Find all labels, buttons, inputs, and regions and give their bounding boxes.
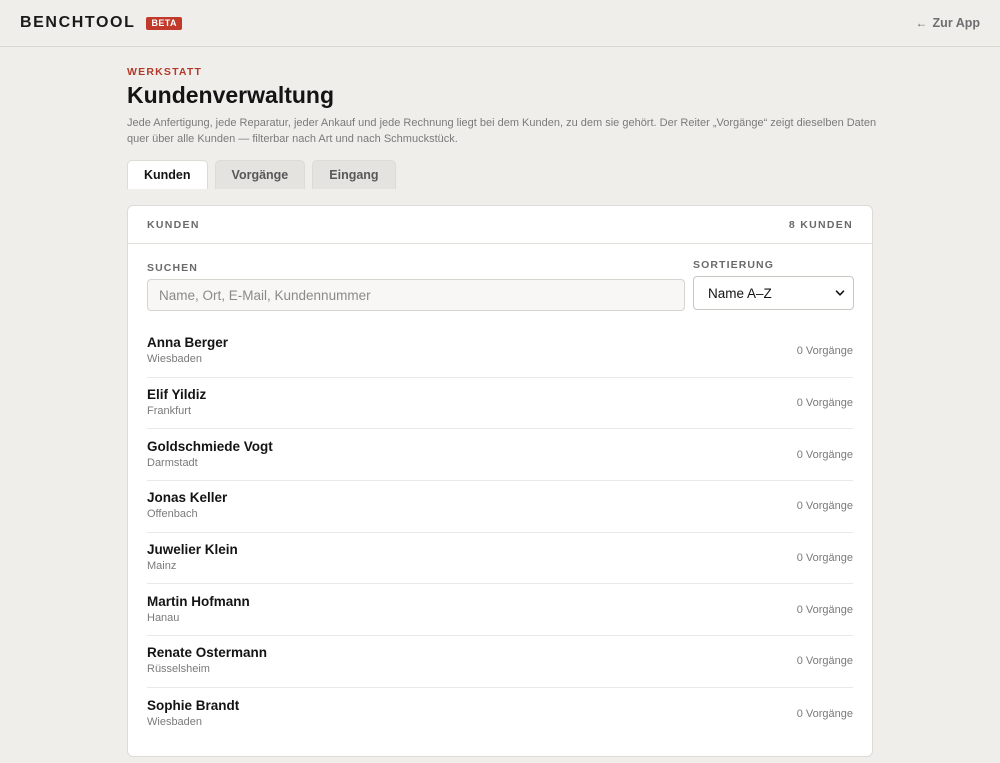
customer-info: Goldschmiede Vogt Darmstadt	[147, 439, 273, 471]
customer-row[interactable]: Anna Berger Wiesbaden 0 Vorgänge	[147, 326, 853, 378]
customer-info: Renate Ostermann Rüsselsheim	[147, 645, 267, 677]
search-group: SUCHEN	[147, 261, 685, 311]
customer-row[interactable]: Martin Hofmann Hanau 0 Vorgänge	[147, 584, 853, 637]
beta-badge: BETA	[146, 16, 182, 30]
customer-city: Rüsselsheim	[147, 663, 210, 676]
customers-card: KUNDEN 8 KUNDEN SUCHEN SORTIERUNG Name A…	[127, 205, 873, 757]
customer-count: 8 KUNDEN	[788, 218, 853, 231]
customer-info: Elif Yildiz Frankfurt	[147, 387, 206, 419]
card-title: KUNDEN	[147, 218, 200, 231]
tab-eingang[interactable]: Eingang	[312, 160, 396, 189]
customer-process-count: 0 Vorgänge	[796, 448, 853, 461]
customer-info: Anna Berger Wiesbaden	[147, 335, 228, 367]
app-logo[interactable]: BENCHTOOL	[20, 14, 135, 32]
customer-name: Renate Ostermann	[147, 645, 268, 661]
customer-city: Offenbach	[147, 508, 198, 521]
customer-row[interactable]: Elif Yildiz Frankfurt 0 Vorgänge	[147, 378, 853, 430]
customer-name: Juwelier Klein	[147, 542, 238, 558]
sort-selected-value: Name A–Z	[708, 285, 772, 301]
customer-row[interactable]: Juwelier Klein Mainz 0 Vorgänge	[147, 533, 853, 585]
back-to-app-label: Zur App	[932, 16, 980, 30]
customer-row[interactable]: Sophie Brandt Wiesbaden 0 Vorgänge	[147, 688, 853, 740]
customer-row[interactable]: Goldschmiede Vogt Darmstadt 0 Vorgänge	[147, 429, 853, 482]
top-bar: BENCHTOOL BETA ← Zur App	[0, 0, 1000, 47]
customer-info: Sophie Brandt Wiesbaden	[147, 698, 239, 730]
customer-info: Juwelier Klein Mainz	[147, 542, 238, 574]
main-content: WERKSTATT Kundenverwaltung Jede Anfertig…	[127, 47, 876, 757]
customer-name: Sophie Brandt	[147, 697, 240, 713]
customer-name: Elif Yildiz	[147, 387, 207, 403]
search-input[interactable]	[147, 279, 685, 311]
customer-info: Martin Hofmann Hanau	[147, 594, 250, 626]
customer-name: Anna Berger	[147, 335, 229, 351]
customer-city: Wiesbaden	[147, 715, 203, 728]
customer-list: Anna Berger Wiesbaden 0 Vorgänge Elif Yi…	[128, 326, 872, 740]
customer-process-count: 0 Vorgänge	[796, 707, 853, 720]
customer-process-count: 0 Vorgänge	[796, 552, 853, 565]
sort-group: SORTIERUNG Name A–Z	[693, 258, 854, 311]
tab-kunden[interactable]: Kunden	[127, 160, 208, 189]
customer-process-count: 0 Vorgänge	[796, 397, 853, 410]
tab-bar: Kunden Vorgänge Eingang	[127, 160, 873, 189]
sort-label: SORTIERUNG	[693, 259, 775, 271]
card-header: KUNDEN 8 KUNDEN	[128, 206, 872, 244]
customer-row[interactable]: Renate Ostermann Rüsselsheim 0 Vorgänge	[147, 636, 853, 688]
customer-info: Jonas Keller Offenbach	[147, 490, 227, 522]
customer-process-count: 0 Vorgänge	[796, 655, 853, 668]
customer-city: Mainz	[147, 560, 177, 573]
customer-process-count: 0 Vorgänge	[796, 500, 853, 513]
customer-name: Jonas Keller	[147, 490, 228, 506]
customer-city: Frankfurt	[147, 405, 192, 418]
section-eyebrow: WERKSTATT	[127, 66, 203, 78]
brand: BENCHTOOL BETA	[20, 14, 182, 32]
arrow-left-icon: ←	[915, 16, 928, 30]
customer-process-count: 0 Vorgänge	[796, 345, 853, 358]
search-label: SUCHEN	[147, 262, 198, 274]
page-description: Jede Anfertigung, jede Reparatur, jeder …	[127, 117, 877, 145]
customer-city: Wiesbaden	[147, 353, 203, 366]
chevron-down-icon	[835, 290, 845, 296]
customer-process-count: 0 Vorgänge	[796, 603, 853, 616]
customer-city: Hanau	[147, 611, 180, 624]
customer-name: Goldschmiede Vogt	[147, 438, 273, 454]
customer-name: Martin Hofmann	[147, 593, 250, 609]
customer-row[interactable]: Jonas Keller Offenbach 0 Vorgänge	[147, 481, 853, 533]
customer-city: Darmstadt	[147, 456, 198, 469]
tab-vorgaenge[interactable]: Vorgänge	[214, 160, 306, 189]
page-title: Kundenverwaltung	[127, 82, 335, 108]
back-to-app-link[interactable]: ← Zur App	[916, 16, 980, 30]
filter-bar: SUCHEN SORTIERUNG Name A–Z	[128, 258, 872, 311]
sort-select[interactable]: Name A–Z	[693, 276, 854, 310]
